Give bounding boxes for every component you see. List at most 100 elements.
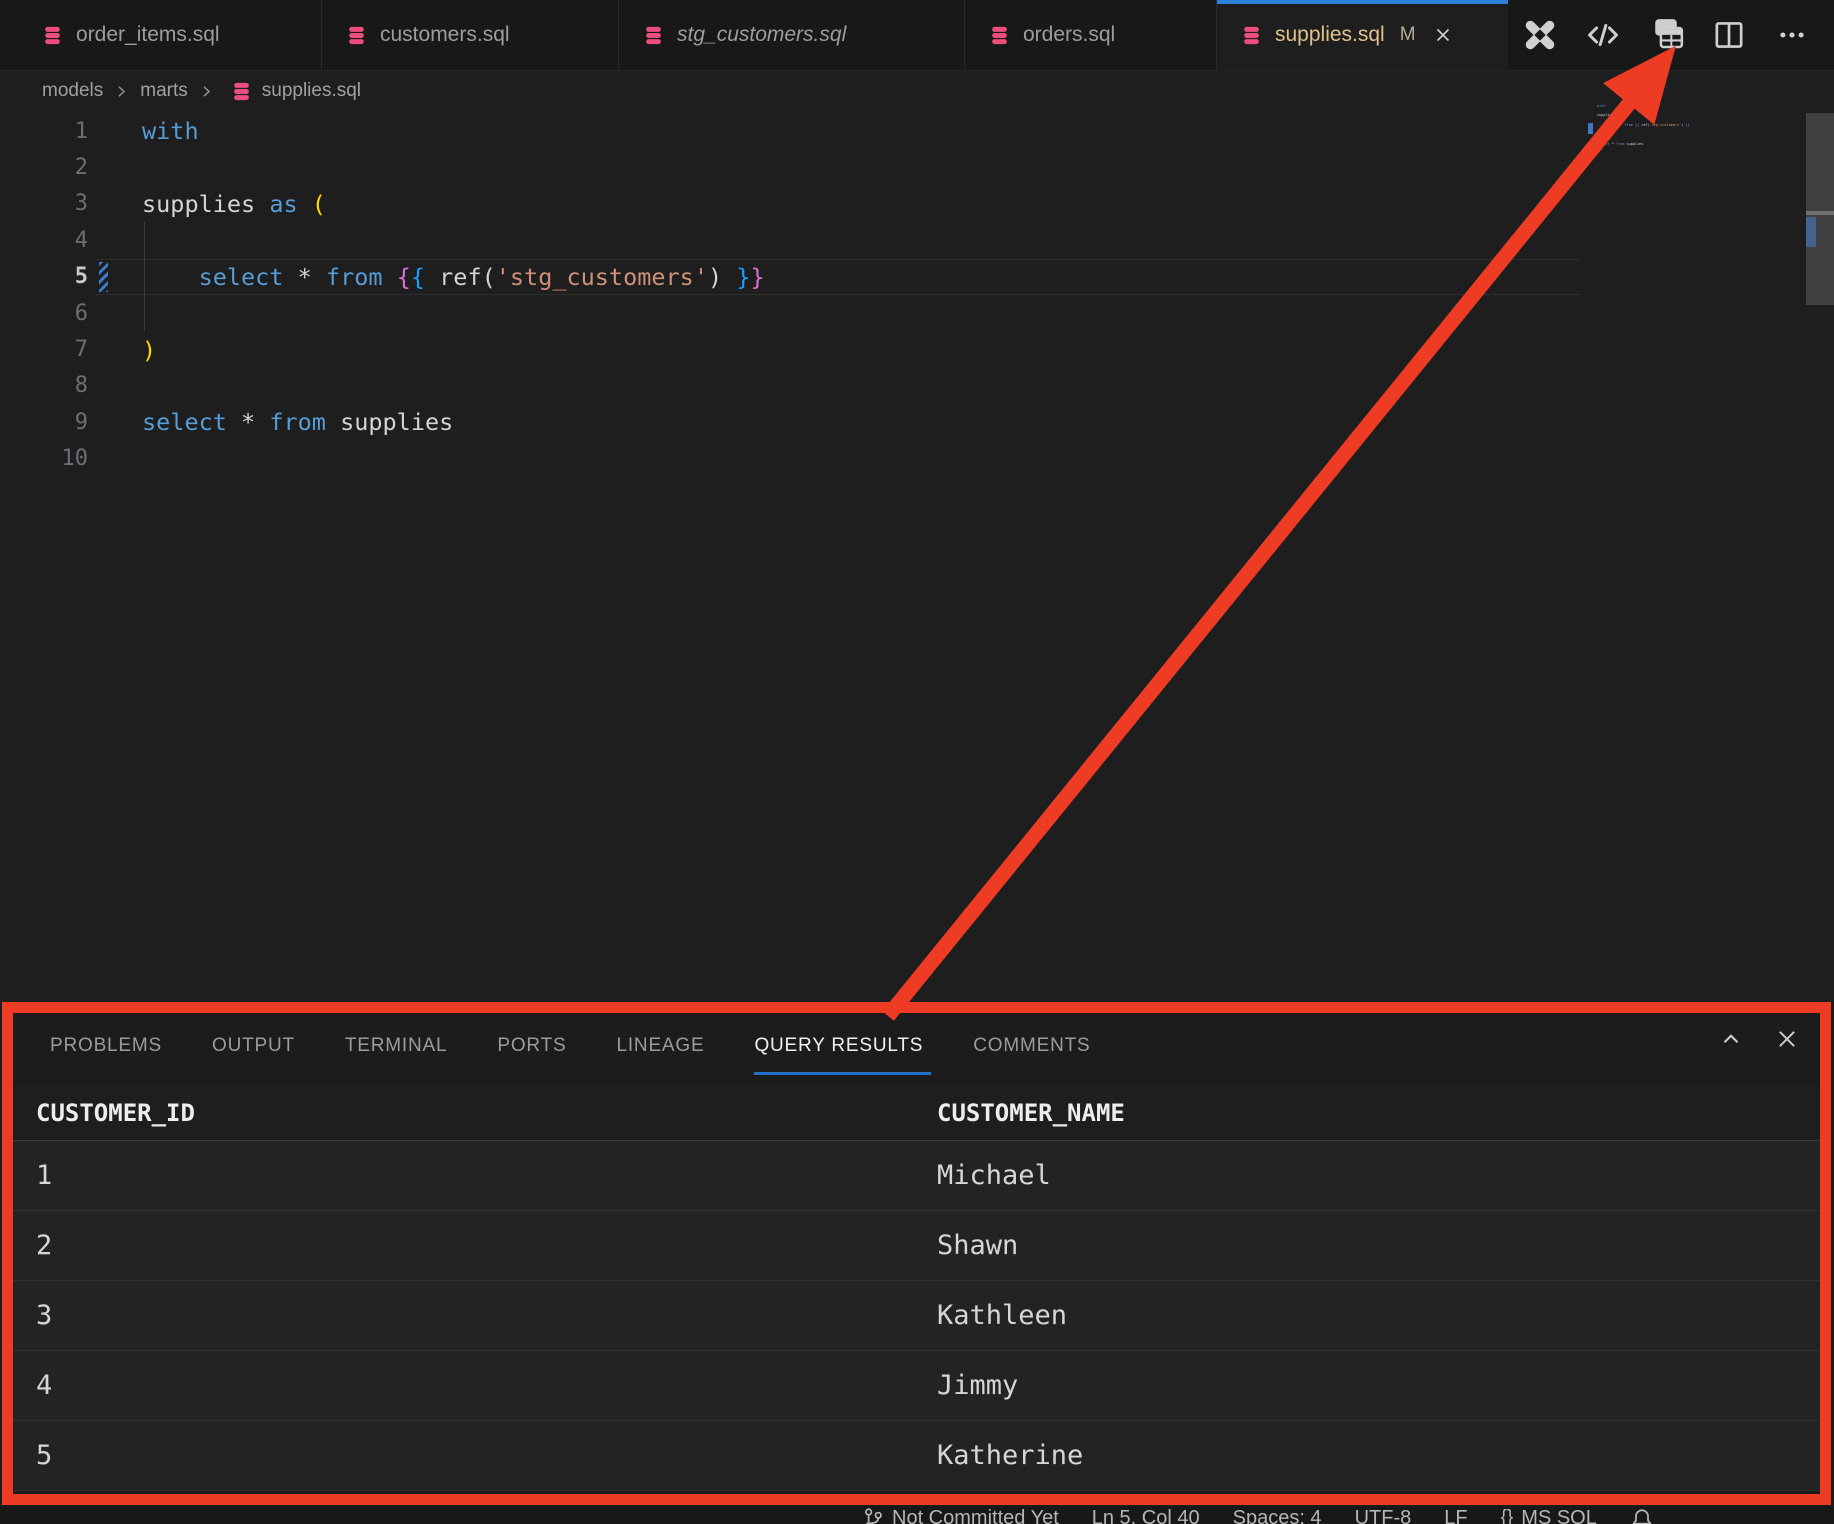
code-line-9[interactable]: 9select * from supplies [0,404,1574,440]
code-token: supplies [142,190,269,218]
status-item-lf[interactable]: LF [1444,1507,1467,1524]
table-row[interactable]: 1Michael [13,1141,1821,1211]
code-text: ) [142,336,156,364]
editor-actions [1508,0,1824,70]
breadcrumb-segment[interactable]: models [42,80,103,102]
code-token [298,190,312,218]
breadcrumb: models marts supplies.sql [0,71,1834,111]
dbt-button[interactable] [1522,17,1558,53]
bottom-panel: PROBLEMS OUTPUT TERMINAL PORTS LINEAGE QUERY … [0,1002,1834,1506]
panel-tab-output[interactable]: OUTPUT [212,1015,295,1077]
vscode-window: order_items.sql customers.sql stg_customer… [0,0,1834,1524]
tab-close-button[interactable] [1433,25,1453,45]
close-panel-button[interactable] [1770,1022,1804,1056]
code-token: select [199,263,284,291]
tab-label: orders.sql [1023,23,1115,47]
minimap-token: supplies [1624,142,1643,146]
panel-tab-query-results[interactable]: QUERY RESULTS [754,1015,923,1077]
code-token: ref( [425,263,496,291]
code-line-4[interactable]: 4 [0,222,1574,258]
code-token: ( [312,190,326,218]
query-results-header: CUSTOMER_ID CUSTOMER_NAME [13,1085,1821,1141]
maximize-panel-button[interactable] [1714,1022,1748,1056]
minimap-token: select [1605,123,1618,127]
overview-ruler-modified-marker [1806,217,1816,247]
table-row[interactable]: 4Jimmy [13,1351,1821,1421]
indent-guide [144,295,145,331]
editor-tabs: order_items.sql customers.sql stg_customer… [18,0,1512,70]
code-line-8[interactable]: 8 [0,368,1574,404]
status-item-label: MS SQL [1521,1507,1597,1524]
code-line-2[interactable]: 2 [0,149,1574,185]
table-cell: 3 [13,1300,937,1331]
code-line-7[interactable]: 7) [0,331,1574,367]
query-results-panel-button[interactable] [1648,17,1684,53]
editor-tab-orders[interactable]: orders.sql [965,0,1217,70]
panel-tab-lineage[interactable]: LINEAGE [616,1015,704,1077]
status-item-label: LF [1444,1507,1467,1524]
minimap-token: ref( [1639,123,1650,127]
overview-ruler-current-line-marker [1806,211,1834,215]
line-number: 1 [0,119,88,144]
table-cell: 1 [13,1160,937,1191]
line-number: 4 [0,228,88,253]
database-icon [346,25,367,46]
status-item-bell[interactable] [1630,1507,1654,1524]
braces-icon: {} [1501,1507,1514,1524]
column-header-customer-name[interactable]: CUSTOMER_NAME [937,1099,1821,1127]
compile-code-button[interactable] [1585,17,1621,53]
code-lines[interactable]: 1with 2 3supplies as ( 4 5 select * from {{ … [0,113,1574,477]
editor-tab-customers[interactable]: customers.sql [322,0,619,70]
line-number: 6 [0,301,88,326]
breadcrumb-segment[interactable]: marts [140,80,188,102]
code-line-5[interactable]: 5 select * from {{ ref('stg_customers') … [0,259,1574,295]
code-token: select [142,408,227,436]
line-number: 7 [0,337,88,362]
table-row[interactable]: 2Shawn [13,1211,1821,1281]
panel-tab-comments[interactable]: COMMENTS [973,1015,1090,1077]
tab-label: supplies.sql [1275,23,1385,47]
editor-scrollbar-thumb[interactable] [1806,113,1834,305]
panel-tab-ports[interactable]: PORTS [497,1015,566,1077]
panel-tab-bar: PROBLEMS OUTPUT TERMINAL PORTS LINEAGE QUERY … [50,1015,1090,1077]
split-editor-button[interactable] [1711,17,1747,53]
line-number: 10 [0,446,88,471]
status-item-spaces-4[interactable]: Spaces: 4 [1233,1507,1322,1524]
code-token: supplies [326,408,453,436]
minimap-modified-marker [1588,123,1593,134]
editor-tab-order_items[interactable]: order_items.sql [18,0,322,70]
database-icon [42,25,63,46]
git-branch-icon [862,1507,884,1524]
minimap-token: with [1597,104,1605,108]
line-number: 9 [0,410,88,435]
minimap-token: } [1688,123,1690,127]
dbt-icon [1522,17,1558,53]
panel-tab-problems[interactable]: PROBLEMS [50,1015,162,1077]
minimap-token: ( [1622,113,1624,117]
code-line-1[interactable]: 1with [0,113,1574,149]
panel-tab-terminal[interactable]: TERMINAL [345,1015,447,1077]
table-cell: Katherine [937,1440,1821,1471]
tab-label: customers.sql [380,23,510,47]
indent-guide [144,222,145,258]
status-item-ms-sql[interactable]: {} MS SQL [1501,1507,1597,1524]
code-text: supplies as ( [142,190,326,218]
status-item-ln-5-col-40[interactable]: Ln 5, Col 40 [1092,1507,1200,1524]
table-row[interactable]: 5Katherine [13,1421,1821,1491]
breadcrumb-segment[interactable]: supplies.sql [262,80,361,102]
status-item-label: Spaces: 4 [1233,1507,1322,1524]
minimap[interactable]: withsupplies as ( select * from {{ ref('… [1597,104,1747,151]
column-header-customer-id[interactable]: CUSTOMER_ID [13,1099,937,1127]
table-cell: Jimmy [937,1370,1821,1401]
editor-tab-stg_customers[interactable]: stg_customers.sql [619,0,965,70]
status-item-not-committed-yet[interactable]: Not Committed Yet [862,1507,1059,1524]
status-item-utf-8[interactable]: UTF-8 [1355,1507,1412,1524]
code-line-6[interactable]: 6 [0,295,1574,331]
editor-tab-supplies[interactable]: supplies.sqlM [1217,0,1512,70]
code-editor[interactable]: modelsmartssupplies.sql 1with23supplies … [0,71,1834,1002]
code-line-10[interactable]: 10 [0,441,1574,477]
more-actions-button[interactable] [1774,17,1810,53]
table-row[interactable]: 3Kathleen [13,1281,1821,1351]
code-line-3[interactable]: 3supplies as ( [0,186,1574,222]
line-number: 2 [0,155,88,180]
